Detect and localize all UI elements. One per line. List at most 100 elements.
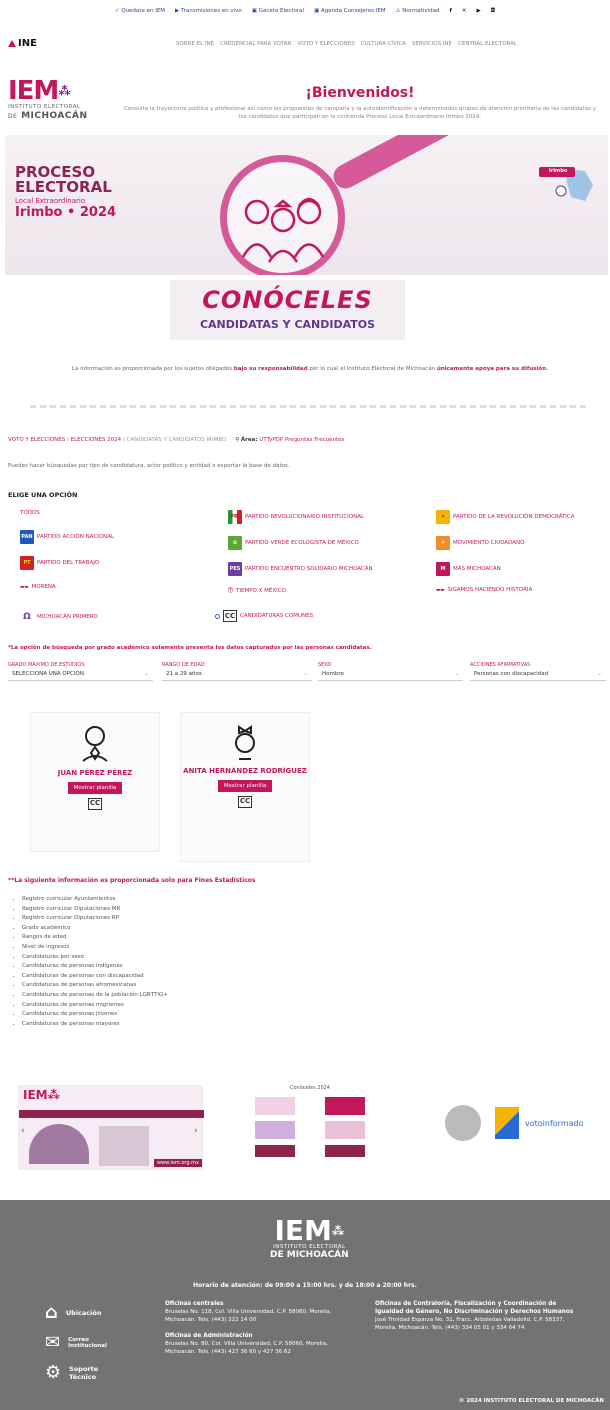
party-todos[interactable]: TODOS (20, 510, 40, 516)
stats-link[interactable]: Candidaturas de personas de la población… (22, 991, 168, 1001)
map-icon: Irimbo (535, 165, 595, 205)
mail-icon: ✉ (45, 1332, 61, 1353)
stats-link[interactable]: Candidaturas de personas mayores (22, 1020, 168, 1030)
party-prd[interactable]: ☀ PARTIDO DE LA REVOLUCIÓN DEMOCRÁTICA (436, 510, 575, 524)
party-pt[interactable]: PT PARTIDO DEL TRABAJO (20, 556, 99, 570)
stats-link[interactable]: Nivel de ingresos (22, 943, 168, 953)
top-link-agenda[interactable]: ▣ Agenda Consejeros IEM (314, 8, 386, 14)
footer-iem-logo[interactable]: IEM⁂ INSTITUTO ELECTORAL DE MICHOACÁN (270, 1217, 349, 1261)
votoinformado-text[interactable]: votoinformado (525, 1119, 583, 1128)
select-acciones[interactable]: Personas con discapacidad ⌄ (470, 668, 606, 681)
instagram-icon[interactable]: ◘ (491, 8, 495, 14)
chevron-down-icon: ⌄ (597, 671, 602, 677)
hero-banner: PROCESO ELECTORAL Local Extraordinario I… (5, 135, 608, 275)
party-comunes[interactable]: CC CANDIDATURAS COMUNES (215, 610, 313, 622)
conoceles-2024-banner[interactable]: Conóceles 2024 (245, 1085, 375, 1165)
nav-cultura-civica[interactable]: CULTURA CÍVICA (361, 41, 406, 47)
area-links[interactable]: UTTyPDP Preguntas Frecuentes (259, 437, 344, 443)
x-icon[interactable]: ✕ (462, 8, 467, 14)
candidate-card: ANITA HERNÁNDEZ RODRÍGUEZ Mostrar planil… (180, 712, 310, 862)
nav-voto-elecciones[interactable]: VOTO Y ELECCIONES (298, 41, 355, 47)
stats-link[interactable]: Grado académico (22, 924, 168, 934)
candidate-name: JUAN PÉREZ PÉREZ (57, 769, 133, 777)
search-icon: ⚲ (235, 437, 240, 443)
stats-link[interactable]: Candidaturas por sexo (22, 953, 168, 963)
mostrar-planilla-button[interactable]: Mostrar planilla (217, 780, 273, 792)
welcome-text: Consulta la trayectoria política y profe… (124, 106, 596, 120)
party-morena[interactable]: ▬▬ MORENA (20, 584, 56, 590)
ine-logo[interactable]: INE (8, 38, 37, 49)
party-pes[interactable]: PES PARTIDO ENCUENTRO SOLIDARIO MICHOACÁN (228, 562, 373, 576)
crumb-elecciones[interactable]: ELECCIONES 2024 (71, 437, 121, 443)
pt-logo-icon: PT (20, 556, 34, 570)
stats-link[interactable]: Rangos de edad (22, 933, 168, 943)
stats-link[interactable]: Candidaturas de personas afromexicanas (22, 981, 168, 991)
stats-link[interactable]: Candidaturas de personas con discapacida… (22, 972, 168, 982)
nav-central-electoral[interactable]: CENTRAL ELECTORAL (458, 41, 517, 47)
footer-ubicacion[interactable]: ⌂ Ubicación (45, 1302, 101, 1323)
top-link-transmisiones[interactable]: ▶ Transmisiones en vivo (175, 8, 242, 14)
ine-triangle-icon (8, 40, 16, 47)
top-link-gaceta[interactable]: ▣ Gaceta Electoral (252, 8, 304, 14)
nav-sobre-ine[interactable]: SOBRE EL INE (176, 41, 214, 47)
chevron-down-icon: ⌄ (303, 671, 308, 677)
welcome-block: ¡Bienvenidos! Consulta la trayectoria po… (110, 85, 610, 121)
footer-correo[interactable]: ✉ Correo Institucional (45, 1332, 108, 1353)
stats-link[interactable]: Candidaturas de personas migrantes (22, 1001, 168, 1011)
filter-grado: GRADO MÁXIMO DE ESTUDIOS SELECCIONA UNA … (8, 662, 153, 681)
iem-dots-icon: ⁂ (331, 1224, 345, 1238)
party-mm[interactable]: M MÁS MICHOACÁN (436, 562, 501, 576)
crumb-voto[interactable]: VOTO Y ELECCIONES (8, 437, 65, 443)
cc-icon: CC (238, 796, 252, 808)
facebook-icon[interactable]: f (450, 8, 452, 14)
top-link-normatividad[interactable]: ⚠ Normatividad (396, 8, 440, 14)
footer-soporte[interactable]: ⚙ Soporte Técnico (45, 1362, 109, 1383)
nav-credencial[interactable]: CREDENCIAL PARA VOTAR (220, 41, 291, 47)
cc-icon: CC (223, 610, 237, 622)
stats-link[interactable]: Registro curricular Ayuntamientos (22, 895, 168, 905)
stats-link[interactable]: Registro curricular Diputaciones RP (22, 914, 168, 924)
party-mc[interactable]: ✈ MOVIMIENTO CIUDADANO (436, 536, 525, 550)
male-avatar-icon (82, 726, 108, 762)
carousel-band (19, 1110, 204, 1118)
unam-seal-icon[interactable] (445, 1105, 481, 1141)
select-sexo[interactable]: Hombre ⌄ (318, 668, 463, 681)
radio-icon[interactable] (215, 613, 220, 619)
chevron-right-icon[interactable]: › (194, 1126, 198, 1136)
mostrar-planilla-button[interactable]: Mostrar planilla (67, 782, 123, 794)
select-edad[interactable]: 21 a 29 años ⌄ (162, 668, 312, 681)
gear-icon: ⚙ (45, 1362, 62, 1383)
thumb (325, 1145, 365, 1157)
chevron-left-icon[interactable]: ‹ (21, 1126, 25, 1136)
youtube-icon[interactable]: ▶ (477, 8, 481, 14)
party-mp[interactable]: Ω MICHOACÁN PRIMERO (20, 610, 98, 624)
main-nav: INE SOBRE EL INE CREDENCIAL PARA VOTAR V… (0, 38, 610, 54)
copyright: © 2024 INSTITUTO ELECTORAL DE MICHOACÁN (458, 1398, 604, 1404)
top-link-quedate[interactable]: ✓ Quedate en IEM (115, 8, 165, 14)
select-grado[interactable]: SELECCIONA UNA OPCIÓN ⌄ (8, 668, 153, 681)
party-pri[interactable]: PRI PARTIDO REVOLUCIONARIO INSTITUCIONAL (228, 510, 364, 524)
partner-logos: votoinformado (445, 1105, 605, 1145)
candidates-illustration-icon (241, 197, 325, 263)
disclaimer: La información es proporcionada por los … (71, 366, 549, 372)
nav-links: SOBRE EL INE CREDENCIAL PARA VOTAR VOTO … (176, 41, 517, 47)
votoinformado-logo-icon (495, 1107, 519, 1139)
pvem-logo-icon: ✿ (228, 536, 242, 550)
party-pvem[interactable]: ✿ PARTIDO VERDE ECOLOGISTA DE MÉXICO (228, 536, 359, 550)
iem-logo[interactable]: IEM⁂ INSTITUTO ELECTORAL DE MICHOACÁN (8, 78, 108, 121)
chevron-down-icon: ⌄ (454, 671, 459, 677)
stats-link[interactable]: Candidaturas de personas jóvenes (22, 1010, 168, 1020)
nav-servicios[interactable]: SERVICIOS INE (412, 41, 452, 47)
party-sigamos[interactable]: ▬▬ SIGAMOS HACIENDO HISTORIA (436, 587, 532, 593)
prd-logo-icon: ☀ (436, 510, 450, 524)
iem-carousel-banner[interactable]: IEM⁂ www.iem.org.mx ‹ › (18, 1085, 204, 1170)
thumb (255, 1145, 295, 1157)
candidate-card: JUAN PÉREZ PÉREZ Mostrar planilla CC (30, 712, 160, 852)
party-pan[interactable]: PAN PARTIDO ACCIÓN NACIONAL (20, 530, 114, 544)
horario: Horario de atención: de 09:00 a 15:00 hr… (193, 1282, 417, 1289)
carousel-image (99, 1126, 149, 1166)
elige-heading: ELIGE UNA OPCIÓN (8, 491, 78, 499)
stats-link[interactable]: Registro curricular Diputaciones MR (22, 905, 168, 915)
stats-link[interactable]: Candidaturas de personas indígenas (22, 962, 168, 972)
party-tiempo[interactable]: Ⓣ TIEMPO X MÉXICO (228, 587, 286, 595)
